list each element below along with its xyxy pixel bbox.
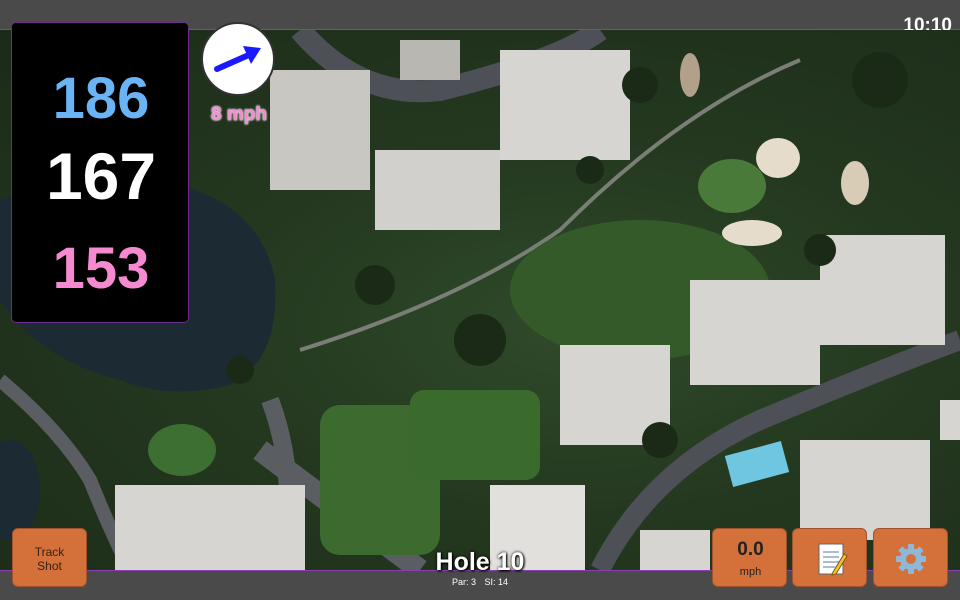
speed-value: 0.0 xyxy=(737,539,764,560)
wind-indicator xyxy=(201,22,275,96)
back-distance: 186 xyxy=(52,66,150,131)
middle-distance: 167 xyxy=(45,139,157,213)
front-distance: 153 xyxy=(52,236,150,301)
notepad-icon xyxy=(818,543,848,576)
settings-button[interactable] xyxy=(873,528,948,587)
speed-unit: mph xyxy=(739,566,762,578)
track-shot-label-line1: Track xyxy=(34,545,65,559)
track-shot-label-line2: Shot xyxy=(37,559,62,573)
gear-icon xyxy=(896,544,926,574)
hole-title: Hole 10 xyxy=(435,548,525,576)
distance-panel: 186 167 153 xyxy=(11,22,189,323)
wind-direction-arrow-icon xyxy=(214,46,261,72)
hole-par: Par: 3 xyxy=(451,577,476,587)
notes-button[interactable] xyxy=(792,528,867,587)
speed-button[interactable]: 0.0 mph xyxy=(712,528,787,587)
hole-info: Par: 3 SI: 14 xyxy=(380,577,580,587)
hole-stroke-index: SI: 14 xyxy=(484,577,509,587)
track-shot-button[interactable]: Track Shot xyxy=(12,528,87,587)
wind-speed-label: 8 mph xyxy=(211,104,267,125)
